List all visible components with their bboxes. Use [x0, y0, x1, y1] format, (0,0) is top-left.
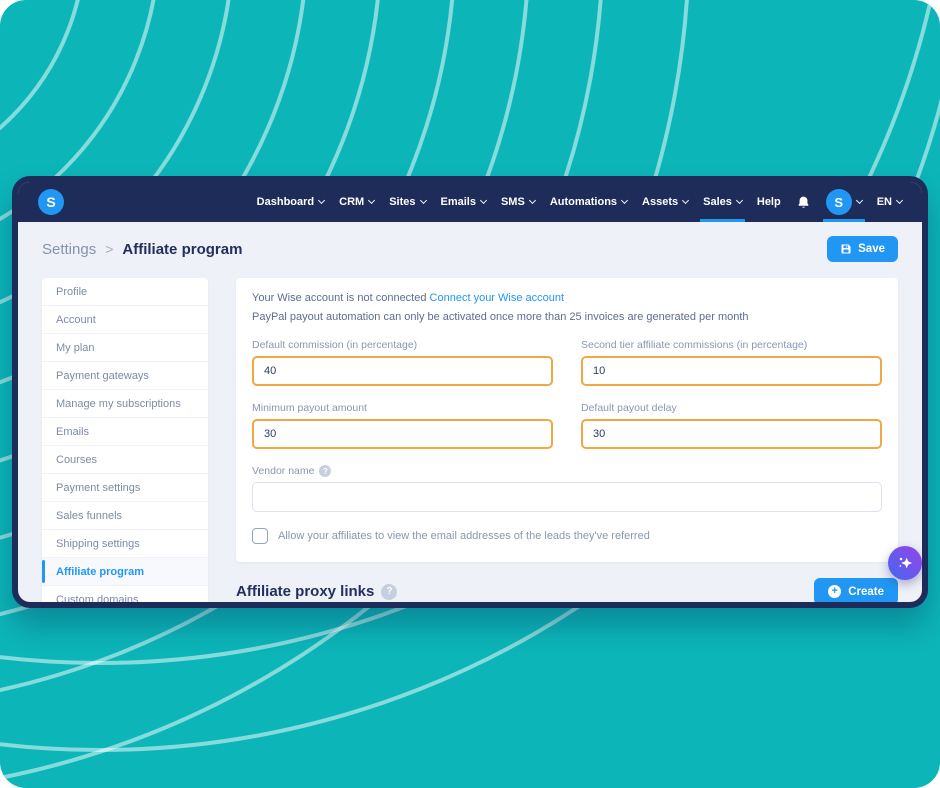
sidebar-item-profile[interactable]: Profile: [42, 278, 208, 306]
minimum-payout-field: Minimum payout amount: [252, 402, 553, 449]
sidebar-item-manage-my-subscriptions[interactable]: Manage my subscriptions: [42, 390, 208, 418]
sidebar-item-shipping-settings[interactable]: Shipping settings: [42, 530, 208, 558]
sparkle-icon: [899, 557, 913, 569]
sidebar-item-courses[interactable]: Courses: [42, 446, 208, 474]
floppy-disk-icon: [841, 244, 851, 254]
help-icon[interactable]: ?: [381, 583, 398, 600]
breadcrumb-settings[interactable]: Settings: [42, 241, 96, 258]
nav-item-assets[interactable]: Assets: [642, 182, 690, 222]
chevron-down-icon: [318, 196, 326, 205]
chevron-down-icon: [855, 196, 863, 205]
default-commission-field: Default commission (in percentage): [252, 339, 553, 386]
affiliate-proxy-links-title: Affiliate proxy links ?: [236, 583, 398, 600]
nav-item-sites[interactable]: Sites: [389, 182, 427, 222]
affiliate-emails-option: Allow your affiliates to view the email …: [252, 528, 882, 544]
create-button[interactable]: + Create: [814, 578, 898, 602]
app-window: S Dashboard CRM Sites Emails SMS Automat…: [12, 176, 928, 608]
nav-item-emails[interactable]: Emails: [441, 182, 488, 222]
top-navbar: S Dashboard CRM Sites Emails SMS Automat…: [18, 182, 922, 222]
nav-item-dashboard[interactable]: Dashboard: [257, 182, 326, 222]
vendor-name-label: Vendor name ?: [252, 465, 882, 477]
page-background: S Dashboard CRM Sites Emails SMS Automat…: [0, 0, 940, 788]
language-selector[interactable]: EN: [877, 182, 904, 222]
chevron-down-icon: [621, 196, 629, 205]
settings-sidebar: Profile Account My plan Payment gateways…: [42, 278, 208, 602]
paypal-notice: PayPal payout automation can only be act…: [252, 311, 749, 323]
chevron-down-icon: [479, 196, 488, 205]
sidebar-item-sales-funnels[interactable]: Sales funnels: [42, 502, 208, 530]
vendor-name-input[interactable]: [252, 482, 882, 512]
settings-body: Profile Account My plan Payment gateways…: [18, 274, 922, 602]
nav-item-help[interactable]: Help: [757, 182, 781, 222]
sidebar-item-affiliate-program[interactable]: Affiliate program: [42, 558, 208, 586]
wise-notice: Your Wise account is not connected Conne…: [252, 292, 565, 304]
breadcrumb: Settings > Affiliate program: [42, 241, 242, 258]
payout-delay-field: Default payout delay: [581, 402, 882, 449]
minimum-payout-input[interactable]: [252, 419, 553, 449]
nav-item-crm[interactable]: CRM: [339, 182, 376, 222]
app-window-inner: S Dashboard CRM Sites Emails SMS Automat…: [18, 182, 922, 602]
sidebar-item-account[interactable]: Account: [42, 306, 208, 334]
notification-bell-icon[interactable]: [796, 182, 811, 222]
ai-assistant-button[interactable]: [888, 546, 922, 580]
chevron-down-icon: [419, 196, 427, 205]
sidebar-item-payment-gateways[interactable]: Payment gateways: [42, 362, 208, 390]
affiliate-settings-card: Your Wise account is not connected Conne…: [236, 278, 898, 562]
affiliate-proxy-links-section: Affiliate proxy links ? + Create: [236, 578, 898, 602]
affiliate-settings-main: Your Wise account is not connected Conne…: [236, 278, 898, 602]
allow-email-visibility-label: Allow your affiliates to view the email …: [278, 530, 650, 542]
help-icon[interactable]: ?: [319, 465, 332, 477]
default-commission-input[interactable]: [252, 356, 553, 386]
nav-item-sales[interactable]: Sales: [700, 182, 745, 222]
chevron-down-icon: [528, 196, 536, 205]
breadcrumb-separator: >: [105, 241, 114, 257]
app-logo[interactable]: S: [38, 189, 64, 215]
bell-icon: [798, 196, 809, 208]
plus-icon: +: [828, 585, 842, 598]
allow-email-visibility-checkbox[interactable]: [252, 528, 268, 544]
second-tier-commission-field: Second tier affiliate commissions (in pe…: [581, 339, 882, 386]
vendor-name-field: Vendor name ?: [252, 465, 882, 512]
sidebar-item-my-plan[interactable]: My plan: [42, 334, 208, 362]
sidebar-item-emails[interactable]: Emails: [42, 418, 208, 446]
nav-item-automations[interactable]: Automations: [550, 182, 629, 222]
commission-fields: Default commission (in percentage) Secon…: [252, 339, 882, 512]
page-header: Settings > Affiliate program Save: [18, 222, 922, 274]
minimum-payout-label: Minimum payout amount: [252, 402, 367, 414]
second-tier-commission-input[interactable]: [581, 356, 882, 386]
nav-item-sms[interactable]: SMS: [501, 182, 536, 222]
second-tier-commission-label: Second tier affiliate commissions (in pe…: [581, 339, 808, 351]
chevron-down-icon: [368, 196, 376, 205]
sidebar-item-payment-settings[interactable]: Payment settings: [42, 474, 208, 502]
user-menu[interactable]: S: [822, 182, 865, 222]
default-commission-label: Default commission (in percentage): [252, 339, 418, 351]
payout-delay-input[interactable]: [581, 419, 882, 449]
page-title: Affiliate program: [122, 240, 243, 258]
sidebar-item-custom-domains[interactable]: Custom domains: [42, 586, 208, 602]
connect-wise-link[interactable]: Connect your Wise account: [430, 292, 565, 304]
user-avatar: S: [825, 189, 852, 215]
chevron-down-icon: [682, 196, 690, 205]
save-button[interactable]: Save: [827, 236, 898, 262]
chevron-down-icon: [735, 196, 743, 205]
payout-delay-label: Default payout delay: [581, 402, 677, 414]
nav-menu: Dashboard CRM Sites Emails SMS Automatio…: [257, 182, 904, 222]
chevron-down-icon: [895, 196, 904, 205]
